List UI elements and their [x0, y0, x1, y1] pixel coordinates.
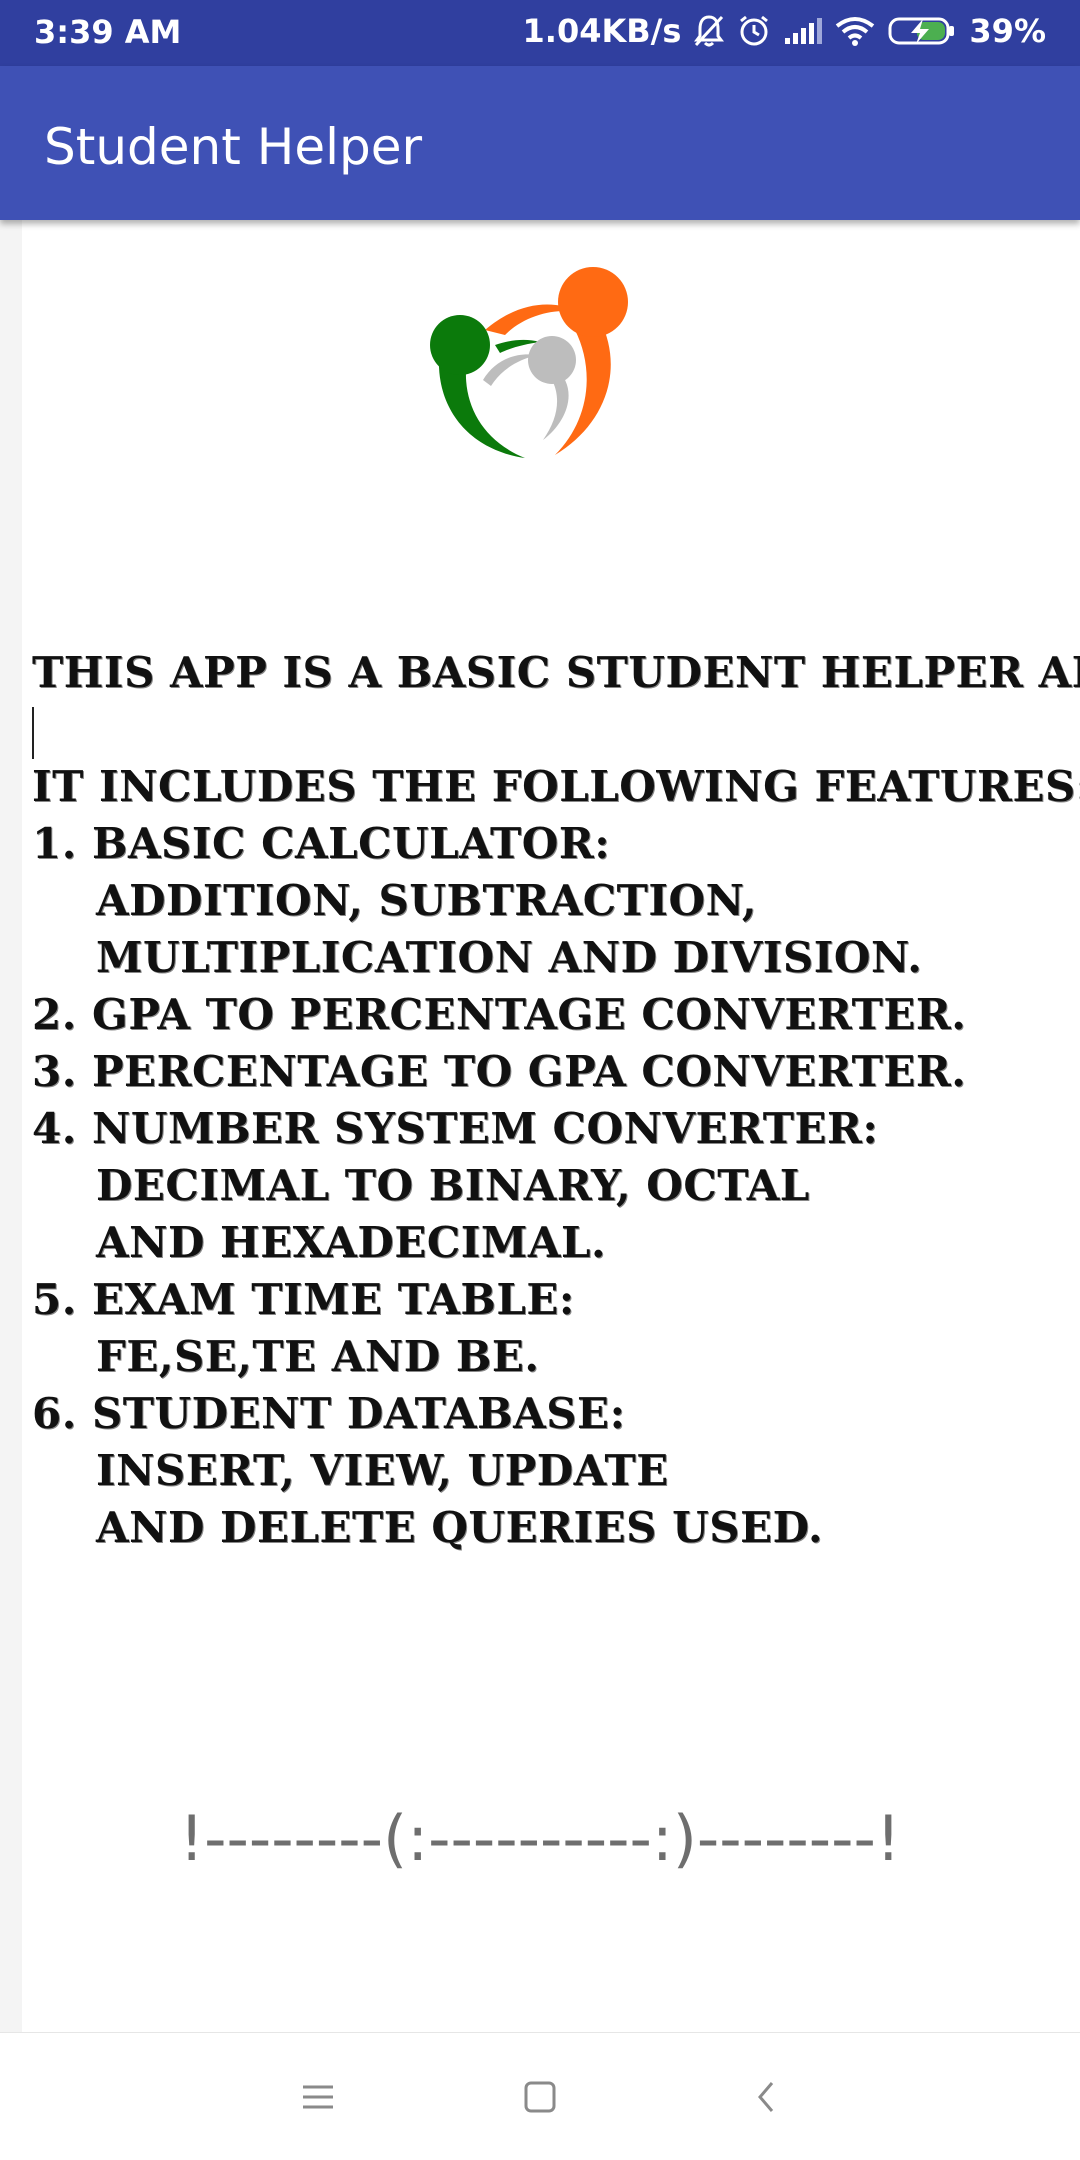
feature-item: 4. Number System Converter:: [32, 1104, 879, 1153]
text-cursor: [32, 707, 34, 759]
footer-decoration: !--------(:----------:)--------!: [179, 1802, 901, 1875]
app-title: Student Helper: [44, 118, 423, 176]
feature-detail: Insert, View, Update: [96, 1446, 669, 1495]
status-icons: 1.04KB/s 39%: [523, 12, 1046, 50]
features-heading: It includes the following features:: [32, 762, 1080, 811]
wifi-icon: [835, 16, 875, 46]
feature-item: 6. Student Database:: [32, 1389, 626, 1438]
feature-item: 1. Basic Calculator:: [32, 819, 611, 868]
feature-detail: Multiplication and Division.: [96, 933, 923, 982]
status-time: 3:39 AM: [34, 13, 182, 51]
student-helper-logo: [425, 260, 645, 480]
status-bar: 3:39 AM 1.04KB/s 39%: [0, 0, 1080, 66]
app-description: This app is a basic student helper app. …: [32, 644, 1080, 1556]
back-icon[interactable]: [736, 2067, 796, 2127]
system-nav-bar: [0, 2032, 1080, 2160]
left-edge-strip: [0, 220, 22, 2032]
feature-item: 3. Percentage to GPA Converter.: [32, 1047, 967, 1096]
feature-detail: Decimal to Binary, Octal: [96, 1161, 810, 1210]
intro-text: This app is a basic student helper app.: [32, 648, 1080, 697]
home-icon[interactable]: [510, 2067, 570, 2127]
alarm-icon: [737, 14, 771, 48]
battery-charging-icon: [887, 15, 957, 47]
text-cursor-line: [32, 701, 1080, 759]
screen: 3:39 AM 1.04KB/s 39% Student Helper THIS…: [0, 0, 1080, 2160]
feature-detail: and Hexadecimal.: [96, 1218, 607, 1267]
menu-icon[interactable]: [288, 2067, 348, 2127]
bell-off-icon: [693, 14, 725, 48]
app-bar: Student Helper: [0, 66, 1080, 220]
feature-detail: FE,SE,TE and BE.: [96, 1332, 540, 1381]
main-content[interactable]: This app is a basic student helper app. …: [0, 220, 1080, 2032]
feature-item: 2. GPA to Percentage Converter.: [32, 990, 967, 1039]
feature-item: 5. Exam Time Table:: [32, 1275, 575, 1324]
feature-detail: and Delete Queries Used.: [96, 1503, 824, 1552]
signal-icon: [783, 16, 823, 46]
feature-detail: Addition, Subtraction,: [96, 876, 757, 925]
network-speed: 1.04KB/s: [522, 12, 682, 50]
battery-percent: 39%: [969, 12, 1046, 50]
